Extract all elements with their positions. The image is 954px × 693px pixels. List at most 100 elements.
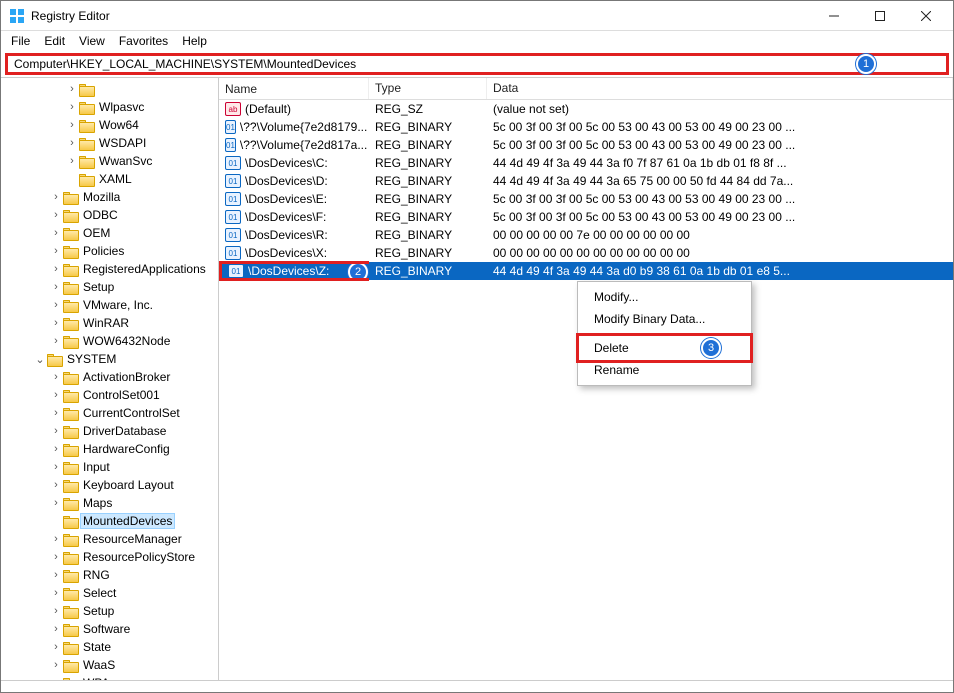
expand-icon[interactable] [65, 82, 79, 96]
list-body[interactable]: ab(Default)REG_SZ(value not set)01\??\Vo… [219, 100, 953, 680]
expand-icon[interactable] [49, 640, 63, 654]
expand-icon[interactable] [49, 208, 63, 222]
expand-icon[interactable] [49, 604, 63, 618]
expand-icon[interactable] [65, 154, 79, 168]
expand-icon[interactable] [49, 190, 63, 204]
value-row[interactable]: 01\??\Volume{7e2d8179...REG_BINARY5c 00 … [219, 118, 953, 136]
expand-icon[interactable] [49, 586, 63, 600]
tree-item[interactable]: State [1, 638, 218, 656]
close-button[interactable] [903, 1, 949, 31]
expand-icon[interactable] [49, 334, 63, 348]
value-row[interactable]: 01\DosDevices\E:REG_BINARY5c 00 3f 00 3f… [219, 190, 953, 208]
expand-icon[interactable] [49, 424, 63, 438]
value-row[interactable]: 01\??\Volume{7e2d817a...REG_BINARY5c 00 … [219, 136, 953, 154]
context-delete[interactable]: Delete [580, 337, 749, 359]
folder-icon [63, 226, 79, 240]
tree-item[interactable] [1, 80, 218, 98]
tree-item[interactable]: Keyboard Layout [1, 476, 218, 494]
folder-icon [63, 640, 79, 654]
tree-item[interactable]: Setup [1, 602, 218, 620]
tree-item[interactable]: WaaS [1, 656, 218, 674]
expand-icon[interactable] [49, 568, 63, 582]
maximize-button[interactable] [857, 1, 903, 31]
column-type[interactable]: Type [369, 78, 487, 99]
tree-item[interactable]: Wow64 [1, 116, 218, 134]
tree-item[interactable]: WSDAPI [1, 134, 218, 152]
expand-icon[interactable] [49, 244, 63, 258]
value-row[interactable]: 01\DosDevices\F:REG_BINARY5c 00 3f 00 3f… [219, 208, 953, 226]
menu-file[interactable]: File [5, 32, 36, 50]
expand-icon[interactable] [49, 388, 63, 402]
folder-icon [79, 82, 95, 96]
tree-item[interactable]: Policies [1, 242, 218, 260]
value-row[interactable]: 01\DosDevices\D:REG_BINARY44 4d 49 4f 3a… [219, 172, 953, 190]
tree-item-label: WaaS [83, 658, 115, 672]
tree-item[interactable]: Software [1, 620, 218, 638]
menu-favorites[interactable]: Favorites [113, 32, 174, 50]
tree-item[interactable]: WwanSvc [1, 152, 218, 170]
value-row[interactable]: 01\DosDevices\Z:2REG_BINARY44 4d 49 4f 3… [219, 262, 953, 280]
expand-icon[interactable] [49, 550, 63, 564]
value-data: 5c 00 3f 00 3f 00 5c 00 53 00 43 00 53 0… [487, 192, 953, 206]
column-data[interactable]: Data [487, 78, 953, 99]
tree-item[interactable]: WOW6432Node [1, 332, 218, 350]
tree-item[interactable]: OEM [1, 224, 218, 242]
menu-help[interactable]: Help [176, 32, 213, 50]
binary-value-icon: 01 [228, 264, 244, 278]
tree-item[interactable]: XAML [1, 170, 218, 188]
expand-icon[interactable] [33, 352, 47, 366]
expand-icon[interactable] [49, 370, 63, 384]
menu-edit[interactable]: Edit [38, 32, 71, 50]
tree-item[interactable]: ResourceManager [1, 530, 218, 548]
tree-item[interactable]: Select [1, 584, 218, 602]
tree-item[interactable]: SYSTEM [1, 350, 218, 368]
menu-view[interactable]: View [73, 32, 111, 50]
tree-item[interactable]: Setup [1, 278, 218, 296]
context-rename[interactable]: Rename [580, 359, 749, 381]
tree-item[interactable]: ControlSet001 [1, 386, 218, 404]
expand-icon[interactable] [49, 262, 63, 276]
tree-item[interactable]: MountedDevices [1, 512, 218, 530]
value-name: \DosDevices\R: [245, 228, 328, 242]
expand-icon[interactable] [49, 622, 63, 636]
expand-icon[interactable] [49, 496, 63, 510]
expand-icon[interactable] [49, 532, 63, 546]
tree-item[interactable]: DriverDatabase [1, 422, 218, 440]
context-modify-binary[interactable]: Modify Binary Data... [580, 308, 749, 330]
expand-icon[interactable] [49, 478, 63, 492]
value-row[interactable]: ab(Default)REG_SZ(value not set) [219, 100, 953, 118]
tree-item[interactable]: RNG [1, 566, 218, 584]
expand-icon[interactable] [65, 118, 79, 132]
value-row[interactable]: 01\DosDevices\R:REG_BINARY00 00 00 00 00… [219, 226, 953, 244]
address-input[interactable] [8, 56, 856, 72]
tree-item[interactable]: ResourcePolicyStore [1, 548, 218, 566]
tree-item[interactable]: RegisteredApplications [1, 260, 218, 278]
expand-icon[interactable] [49, 280, 63, 294]
tree-item[interactable]: ODBC [1, 206, 218, 224]
value-row[interactable]: 01\DosDevices\C:REG_BINARY44 4d 49 4f 3a… [219, 154, 953, 172]
minimize-button[interactable] [811, 1, 857, 31]
registry-tree[interactable]: WlpasvcWow64WSDAPIWwanSvcXAMLMozillaODBC… [1, 78, 219, 680]
tree-item[interactable]: Maps [1, 494, 218, 512]
value-row[interactable]: 01\DosDevices\X:REG_BINARY00 00 00 00 00… [219, 244, 953, 262]
string-value-icon: ab [225, 102, 241, 116]
tree-item[interactable]: Mozilla [1, 188, 218, 206]
expand-icon[interactable] [65, 100, 79, 114]
tree-item[interactable]: Input [1, 458, 218, 476]
expand-icon[interactable] [49, 226, 63, 240]
tree-item[interactable]: CurrentControlSet [1, 404, 218, 422]
expand-icon[interactable] [49, 460, 63, 474]
expand-icon[interactable] [49, 316, 63, 330]
expand-icon[interactable] [49, 658, 63, 672]
tree-item[interactable]: WinRAR [1, 314, 218, 332]
expand-icon[interactable] [65, 136, 79, 150]
tree-item[interactable]: Wlpasvc [1, 98, 218, 116]
expand-icon[interactable] [49, 406, 63, 420]
tree-item[interactable]: ActivationBroker [1, 368, 218, 386]
tree-item[interactable]: VMware, Inc. [1, 296, 218, 314]
expand-icon[interactable] [49, 298, 63, 312]
column-name[interactable]: Name [219, 78, 369, 99]
expand-icon[interactable] [49, 442, 63, 456]
context-modify[interactable]: Modify... [580, 286, 749, 308]
tree-item[interactable]: HardwareConfig [1, 440, 218, 458]
